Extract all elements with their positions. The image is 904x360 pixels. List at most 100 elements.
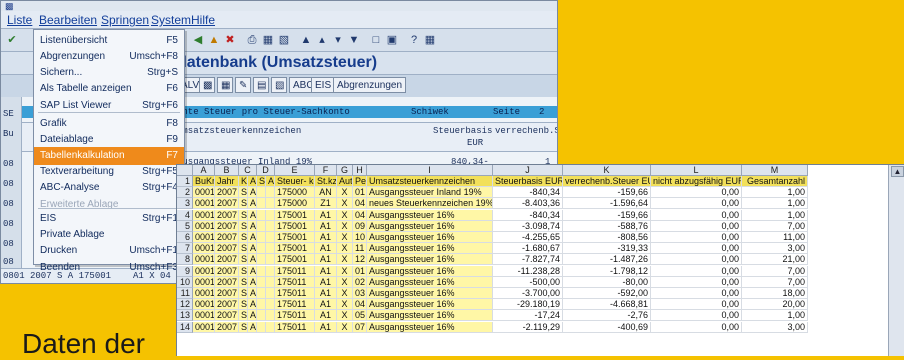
table-cell[interactable]: S bbox=[239, 198, 248, 210]
scroll-up-icon[interactable]: ▲ bbox=[891, 166, 904, 177]
table-cell[interactable]: 2007 bbox=[215, 276, 239, 288]
header-cell[interactable]: A bbox=[248, 176, 257, 187]
header-cell[interactable]: A bbox=[266, 176, 275, 187]
table-cell[interactable]: -4.668,81 bbox=[563, 299, 651, 311]
column-header[interactable]: G bbox=[337, 165, 353, 176]
table-cell[interactable]: 2007 bbox=[215, 209, 239, 221]
header-cell[interactable]: Aut bbox=[337, 176, 353, 187]
table-cell[interactable]: A bbox=[248, 187, 257, 199]
table-cell[interactable]: 7,00 bbox=[742, 265, 808, 277]
table-cell[interactable] bbox=[266, 288, 275, 299]
column-header[interactable]: A bbox=[193, 165, 215, 176]
table-cell[interactable]: 0,00 bbox=[651, 288, 742, 299]
back-icon[interactable]: ◀ bbox=[191, 33, 205, 47]
next-page-icon[interactable]: ▾ bbox=[331, 33, 345, 47]
table-cell[interactable]: 0001 bbox=[193, 232, 215, 243]
table-cell[interactable]: -11.238,28 bbox=[493, 265, 563, 277]
row-number[interactable]: 5 bbox=[177, 220, 193, 232]
header-cell[interactable]: Steuerbasis EUR bbox=[493, 176, 563, 187]
table-cell[interactable]: A1 bbox=[315, 310, 337, 322]
table-cell[interactable]: Ausgangssteuer 16% bbox=[367, 310, 493, 322]
table-cell[interactable]: 0001 bbox=[193, 265, 215, 277]
header-cell[interactable]: Umsatzsteuerkennzeichen bbox=[367, 176, 493, 187]
table-cell[interactable]: neues Steuerkennzeichen 19% bbox=[367, 198, 493, 210]
table-cell[interactable]: A1 bbox=[315, 220, 337, 232]
table-cell[interactable] bbox=[266, 321, 275, 333]
table-cell[interactable]: 0,00 bbox=[651, 276, 742, 288]
column-header[interactable]: K bbox=[563, 165, 651, 176]
table-cell[interactable]: S bbox=[239, 276, 248, 288]
select-all-corner[interactable] bbox=[177, 165, 193, 176]
table-cell[interactable]: A bbox=[248, 321, 257, 333]
table-cell[interactable] bbox=[266, 310, 275, 322]
table-cell[interactable]: Ausgangssteuer 16% bbox=[367, 209, 493, 221]
table-cell[interactable]: Ausgangssteuer 16% bbox=[367, 243, 493, 255]
table-cell[interactable]: 3,00 bbox=[742, 321, 808, 333]
table-cell[interactable]: 07 bbox=[353, 321, 367, 333]
row-number[interactable]: 9 bbox=[177, 265, 193, 277]
table-cell[interactable]: 2007 bbox=[215, 232, 239, 243]
table-cell[interactable]: -3.098,74 bbox=[493, 220, 563, 232]
table-cell[interactable]: A1 bbox=[315, 209, 337, 221]
table-cell[interactable]: S bbox=[239, 220, 248, 232]
table-cell[interactable]: 2007 bbox=[215, 254, 239, 266]
header-cell[interactable]: Gesamtanzahl bbox=[742, 176, 808, 187]
table-cell[interactable]: X bbox=[337, 276, 353, 288]
help-icon[interactable]: ? bbox=[407, 33, 421, 47]
table-cell[interactable] bbox=[257, 310, 266, 322]
column-header[interactable]: J bbox=[493, 165, 563, 176]
table-cell[interactable]: X bbox=[337, 187, 353, 199]
last-page-icon[interactable]: ▼ bbox=[347, 33, 361, 47]
table-cell[interactable]: S bbox=[239, 288, 248, 299]
row-number[interactable]: 6 bbox=[177, 232, 193, 243]
table-cell[interactable]: -588,76 bbox=[563, 220, 651, 232]
table-cell[interactable] bbox=[257, 209, 266, 221]
header-cell[interactable]: nicht abzugsfähig EUR bbox=[651, 176, 742, 187]
table-cell[interactable]: A bbox=[248, 299, 257, 311]
table-cell[interactable]: 0,00 bbox=[651, 321, 742, 333]
table-cell[interactable]: X bbox=[337, 232, 353, 243]
table-cell[interactable]: 20,00 bbox=[742, 299, 808, 311]
table-cell[interactable]: 0001 bbox=[193, 187, 215, 199]
graphic-icon[interactable]: ▩ bbox=[199, 77, 215, 93]
table-cell[interactable]: -1.596,64 bbox=[563, 198, 651, 210]
create-session-icon[interactable]: □ bbox=[369, 33, 383, 47]
row-number[interactable]: 12 bbox=[177, 299, 193, 311]
find-icon[interactable]: ▦ bbox=[261, 33, 275, 47]
table-cell[interactable]: 2007 bbox=[215, 220, 239, 232]
column-header[interactable]: M bbox=[742, 165, 808, 176]
table-cell[interactable]: Ausgangssteuer 16% bbox=[367, 254, 493, 266]
table-cell[interactable]: Z1 bbox=[315, 198, 337, 210]
table-cell[interactable]: X bbox=[337, 265, 353, 277]
table-cell[interactable]: 0001 bbox=[193, 299, 215, 311]
row-number[interactable]: 4 bbox=[177, 209, 193, 221]
table-cell[interactable]: 1,00 bbox=[742, 187, 808, 199]
menu-bearbeiten[interactable]: Bearbeiten bbox=[39, 13, 97, 27]
table-cell[interactable]: X bbox=[337, 310, 353, 322]
table-cell[interactable]: A1 bbox=[315, 288, 337, 299]
table-cell[interactable]: 7,00 bbox=[742, 276, 808, 288]
row-number[interactable]: 11 bbox=[177, 288, 193, 299]
row-number[interactable]: 10 bbox=[177, 276, 193, 288]
table-cell[interactable]: Ausgangssteuer 16% bbox=[367, 232, 493, 243]
table-cell[interactable]: -840,34 bbox=[493, 187, 563, 199]
table-cell[interactable]: -1.487,26 bbox=[563, 254, 651, 266]
table-cell[interactable]: X bbox=[337, 288, 353, 299]
table-cell[interactable]: 175011 bbox=[275, 321, 315, 333]
table-cell[interactable]: X bbox=[337, 220, 353, 232]
column-header[interactable]: D bbox=[257, 165, 275, 176]
table-cell[interactable]: 2007 bbox=[215, 321, 239, 333]
table-cell[interactable]: A bbox=[248, 288, 257, 299]
table-cell[interactable]: X bbox=[337, 254, 353, 266]
table-cell[interactable]: 7,00 bbox=[742, 220, 808, 232]
table-cell[interactable]: 1,00 bbox=[742, 209, 808, 221]
first-page-icon[interactable]: ▲ bbox=[299, 33, 313, 47]
table-cell[interactable]: 03 bbox=[353, 288, 367, 299]
table-cell[interactable]: 0,00 bbox=[651, 198, 742, 210]
table-cell[interactable]: 2007 bbox=[215, 265, 239, 277]
abgrenzungen-button[interactable]: Abgrenzungen bbox=[333, 77, 407, 93]
table-cell[interactable] bbox=[266, 265, 275, 277]
table-cell[interactable]: A bbox=[248, 276, 257, 288]
table-cell[interactable]: -2,76 bbox=[563, 310, 651, 322]
table-cell[interactable]: 05 bbox=[353, 310, 367, 322]
